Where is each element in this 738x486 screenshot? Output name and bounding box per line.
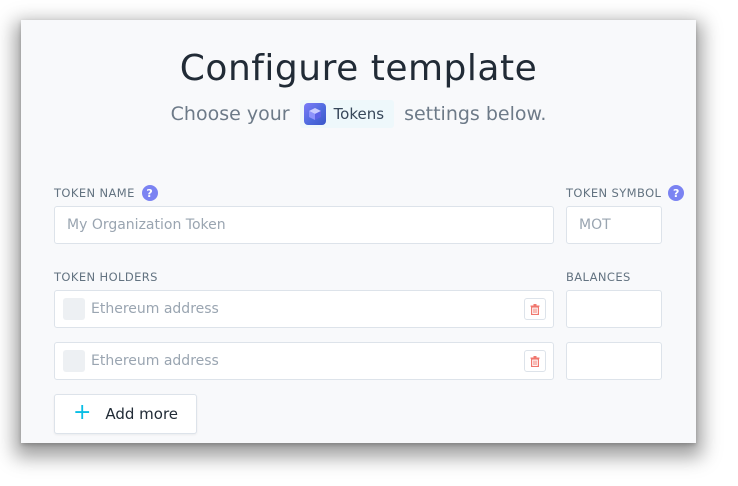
subtitle: Choose your Tokens settings below. [21, 100, 696, 128]
add-more-label: Add more [105, 405, 179, 423]
subtitle-prefix: Choose your [170, 103, 290, 125]
token-name-label-text: TOKEN NAME [54, 186, 135, 200]
configure-template-panel: Configure template Choose your Tokens se… [21, 20, 696, 443]
help-icon[interactable]: ? [668, 185, 685, 201]
token-name-input[interactable]: My Organization Token [54, 206, 554, 244]
balances-label: BALANCES [566, 270, 631, 284]
trash-icon [530, 303, 540, 315]
tokens-app-icon [303, 103, 326, 125]
token-name-placeholder: My Organization Token [67, 217, 226, 233]
token-symbol-placeholder: MOT [579, 217, 611, 233]
page-title: Configure template [179, 48, 538, 89]
trash-icon [530, 355, 540, 367]
token-holders-label: TOKEN HOLDERS [54, 270, 158, 284]
token-symbol-label: TOKEN SYMBOL ? [566, 185, 685, 201]
help-icon[interactable]: ? [141, 185, 158, 201]
address-placeholder: Ethereum address [91, 353, 219, 369]
token-symbol-label-text: TOKEN SYMBOL [566, 186, 662, 200]
remove-holder-button[interactable] [524, 350, 546, 372]
balance-input[interactable] [566, 290, 662, 328]
app-badge: Tokens [299, 100, 395, 128]
subtitle-suffix: settings below. [404, 103, 547, 125]
address-identicon [63, 298, 85, 320]
address-placeholder: Ethereum address [91, 301, 219, 317]
balance-input[interactable] [566, 342, 662, 380]
remove-holder-button[interactable] [524, 298, 546, 320]
address-identicon [63, 350, 85, 372]
token-symbol-input[interactable]: MOT [566, 206, 662, 244]
holder-address-input[interactable]: Ethereum address [54, 342, 554, 380]
app-badge-label: Tokens [333, 105, 385, 123]
plus-icon: + [72, 400, 92, 425]
add-more-button[interactable]: + Add more [54, 394, 197, 434]
holder-address-input[interactable]: Ethereum address [54, 290, 554, 328]
token-name-label: TOKEN NAME ? [54, 185, 158, 201]
